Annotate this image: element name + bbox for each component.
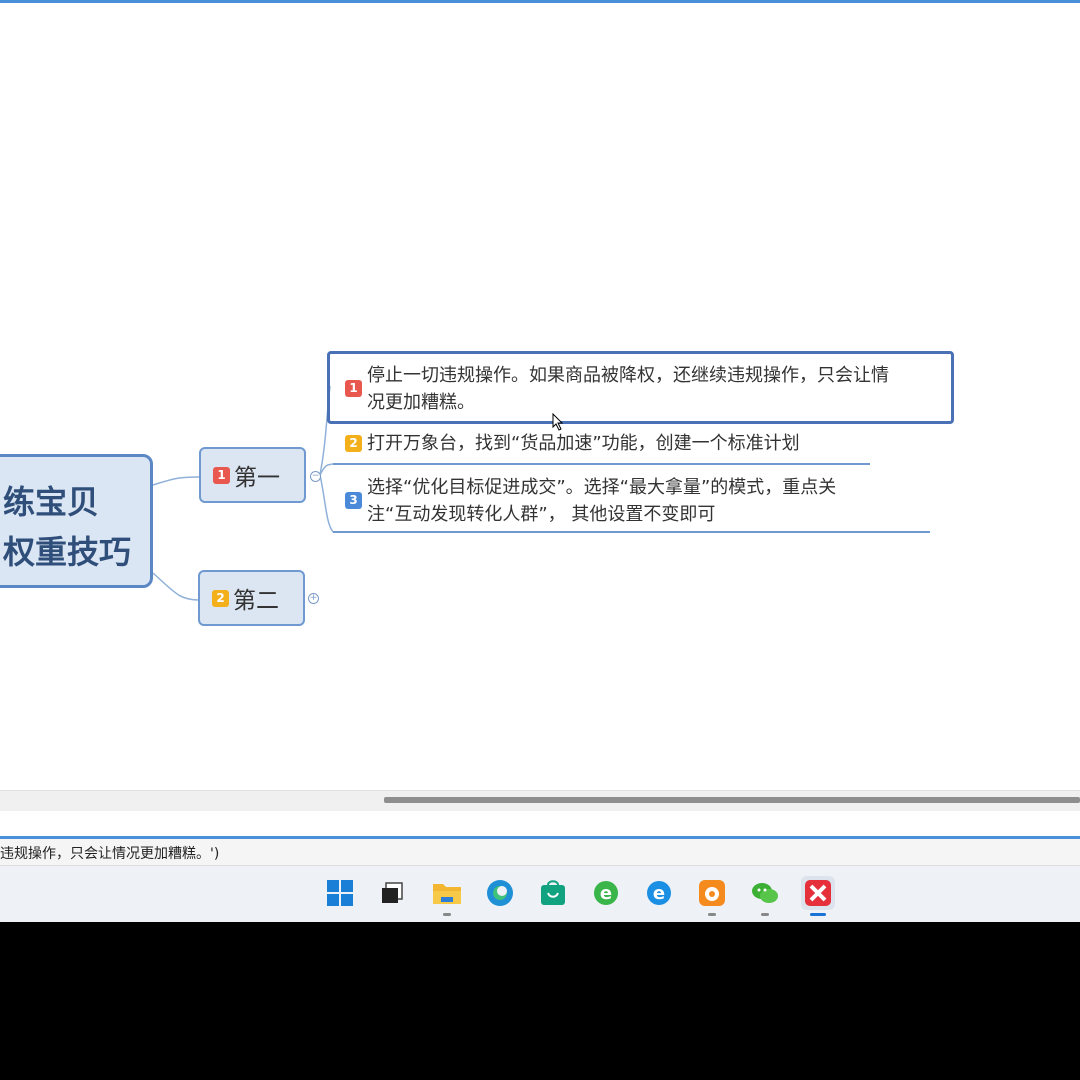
task-view-icon[interactable] bbox=[375, 876, 409, 910]
subtopic-3-line1: 选择“优化目标促进成交”。选择“最大拿量”的模式，重点关 bbox=[367, 477, 837, 498]
ie-green-icon[interactable]: e bbox=[589, 876, 623, 910]
letterbox-area bbox=[0, 922, 1080, 1080]
svg-text:e: e bbox=[600, 883, 612, 904]
root-topic-line1: 练宝贝 bbox=[3, 483, 100, 521]
status-bar: 违规操作，只会让情况更加糟糕。') bbox=[0, 839, 1080, 866]
file-explorer-icon[interactable] bbox=[430, 876, 464, 916]
windows-taskbar: e e bbox=[0, 866, 1080, 922]
ie-blue-icon[interactable]: e bbox=[642, 876, 676, 910]
edge-icon[interactable] bbox=[483, 876, 517, 910]
running-indicator bbox=[761, 913, 769, 916]
wechat-icon[interactable] bbox=[748, 876, 782, 916]
subtopic-3[interactable]: 3 选择“优化目标促进成交”。选择“最大拿量”的模式，重点关 注“互动发现转化人… bbox=[345, 474, 935, 530]
status-text: 违规操作，只会让情况更加糟糕。') bbox=[0, 846, 220, 862]
subtopic-1-line1: 停止一切违规操作。如果商品被降权，还继续违规操作，只会让情 bbox=[367, 365, 889, 386]
subtopic-2[interactable]: 2 打开万象台，找到“货品加速”功能，创建一个标准计划 bbox=[345, 430, 885, 460]
subtopic-1-line2: 况更加糟糕。 bbox=[367, 392, 475, 413]
branch-topic-first[interactable]: 1 第一 bbox=[199, 447, 306, 503]
subtopic-2-text: 打开万象台，找到“货品加速”功能，创建一个标准计划 bbox=[367, 433, 800, 454]
root-topic[interactable]: 练宝贝 权重技巧 bbox=[0, 454, 153, 588]
priority-2-badge: 2 bbox=[212, 589, 229, 607]
mindmap-app-window: 练宝贝 权重技巧 1 第一 − 2 第二 + 1 停止一切违规操作。如果商品被降… bbox=[0, 0, 1080, 922]
expand-toggle-icon[interactable]: + bbox=[308, 593, 319, 604]
store-icon[interactable] bbox=[536, 876, 570, 910]
branch-topic-label: 第二 bbox=[233, 588, 279, 614]
mindmap-canvas[interactable]: 练宝贝 权重技巧 1 第一 − 2 第二 + 1 停止一切违规操作。如果商品被降… bbox=[0, 3, 1080, 790]
running-indicator bbox=[708, 913, 716, 916]
priority-1-badge: 1 bbox=[345, 380, 362, 397]
mouse-cursor-icon bbox=[552, 413, 564, 431]
running-indicator bbox=[443, 913, 451, 916]
subtopic-1[interactable]: 1 停止一切违规操作。如果商品被降权，还继续违规操作，只会让情 况更加糟糕。 bbox=[345, 362, 945, 418]
active-window-indicator bbox=[810, 913, 826, 916]
xmind-icon[interactable] bbox=[801, 876, 835, 916]
panel-separator bbox=[0, 811, 1080, 836]
horizontal-scrollbar-thumb[interactable] bbox=[384, 797, 1080, 803]
priority-3-badge: 3 bbox=[345, 492, 362, 509]
subtopic-3-underline bbox=[333, 531, 930, 533]
priority-2-badge: 2 bbox=[345, 435, 362, 452]
root-topic-line2: 权重技巧 bbox=[3, 533, 132, 571]
priority-1-badge: 1 bbox=[213, 466, 230, 484]
subtopic-2-underline bbox=[333, 463, 870, 465]
svg-text:e: e bbox=[653, 883, 665, 904]
uc-browser-icon[interactable] bbox=[695, 876, 729, 916]
subtopic-3-line2: 注“互动发现转化人群”， 其他设置不变即可 bbox=[367, 504, 716, 525]
branch-topic-second[interactable]: 2 第二 bbox=[198, 570, 305, 626]
windows-start-icon[interactable] bbox=[323, 876, 357, 910]
collapse-toggle-icon[interactable]: − bbox=[310, 471, 321, 482]
branch-topic-label: 第一 bbox=[234, 465, 280, 491]
